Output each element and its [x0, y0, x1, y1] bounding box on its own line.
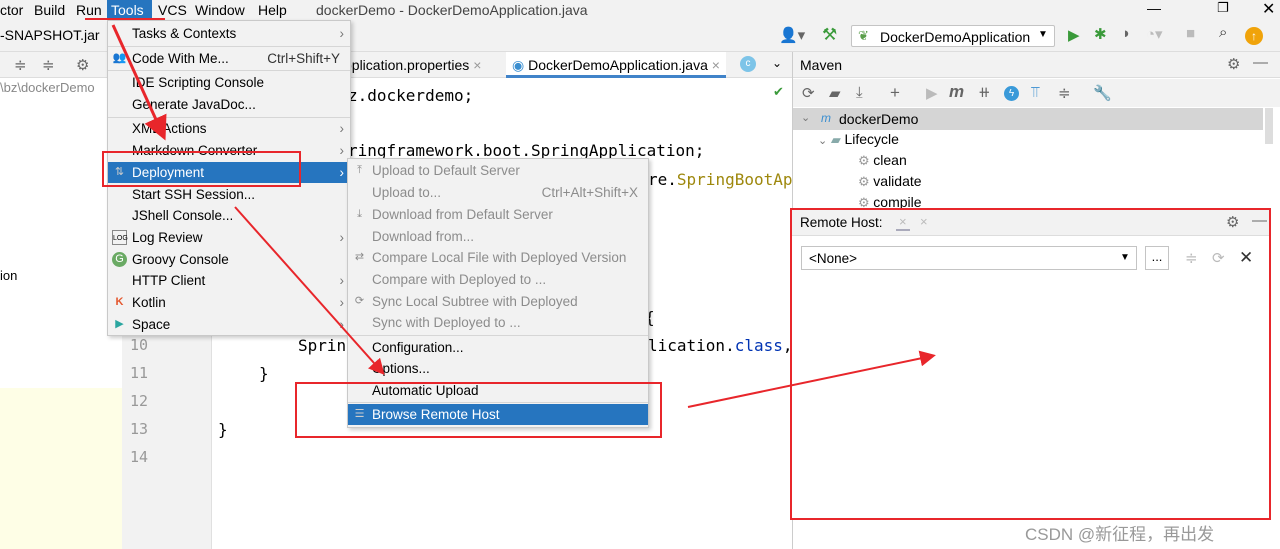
annotation-box-remote-host: [790, 208, 1271, 520]
annotation-box-browse: [295, 382, 662, 438]
watermark: CSDN @新征程，再出发: [1025, 525, 1215, 544]
annotation-box-deployment: [102, 151, 301, 187]
annotation-overlay: [85, 18, 1271, 520]
annotation-arrow: [687, 350, 936, 408]
annotation-arrow: [111, 24, 167, 141]
annotation-arrow: [234, 206, 385, 375]
